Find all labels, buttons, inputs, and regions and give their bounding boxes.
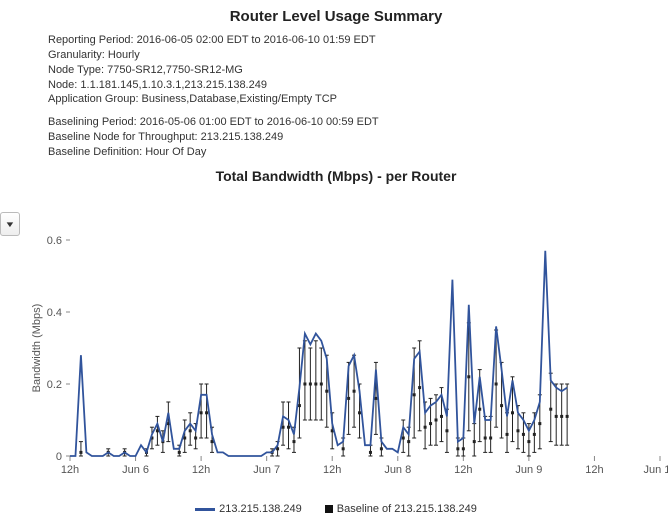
legend-line-swatch [195, 508, 215, 511]
svg-text:0.2: 0.2 [47, 379, 62, 391]
svg-text:0: 0 [56, 451, 62, 463]
svg-text:Jun 8: Jun 8 [384, 464, 411, 476]
svg-text:Jun 7: Jun 7 [253, 464, 280, 476]
meta-line: Granularity: Hourly [48, 48, 672, 63]
page-title: Router Level Usage Summary [0, 0, 672, 25]
svg-text:12h: 12h [454, 464, 472, 476]
chart-title: Total Bandwidth (Mbps) - per Router [0, 168, 672, 184]
meta-line: Baselining Period: 2016-05-06 01:00 EDT … [48, 115, 672, 130]
report-meta-primary: Reporting Period: 2016-06-05 02:00 EDT t… [48, 33, 672, 107]
svg-text:Jun 10: Jun 10 [643, 464, 668, 476]
legend-series[interactable]: 213.215.138.249 [195, 503, 302, 515]
chevron-down-icon: ▼ [4, 220, 15, 229]
chart-svg: 0 0.2 0.4 0.6 Bandwidth (Mbps) 12h Jun 6 12h Jun… [28, 232, 668, 492]
svg-text:12h: 12h [192, 464, 210, 476]
svg-text:Bandwidth (Mbps): Bandwidth (Mbps) [31, 304, 43, 393]
meta-line: Baseline Definition: Hour Of Day [48, 145, 672, 160]
svg-text:0.4: 0.4 [47, 307, 62, 319]
svg-text:Jun 6: Jun 6 [122, 464, 149, 476]
legend-series-label: 213.215.138.249 [219, 503, 302, 515]
chart-menu-button[interactable]: ▼ [0, 212, 20, 236]
svg-text:12h: 12h [61, 464, 79, 476]
svg-text:0.6: 0.6 [47, 235, 62, 247]
svg-text:12h: 12h [323, 464, 341, 476]
legend-baseline[interactable]: Baseline of 213.215.138.249 [325, 503, 477, 515]
legend-square-swatch [325, 505, 333, 513]
meta-line: Application Group: Business,Database,Exi… [48, 92, 672, 107]
bandwidth-chart: 0 0.2 0.4 0.6 Bandwidth (Mbps) 12h Jun 6 12h Jun… [28, 232, 668, 492]
legend-baseline-label: Baseline of 213.215.138.249 [337, 503, 477, 515]
meta-line: Reporting Period: 2016-06-05 02:00 EDT t… [48, 33, 672, 48]
report-meta-baseline: Baselining Period: 2016-05-06 01:00 EDT … [48, 115, 672, 160]
meta-line: Node: 1.1.181.145,1.10.3.1,213.215.138.2… [48, 78, 672, 93]
meta-line: Node Type: 7750-SR12,7750-SR12-MG [48, 63, 672, 78]
svg-text:12h: 12h [585, 464, 603, 476]
meta-line: Baseline Node for Throughput: 213.215.13… [48, 130, 672, 145]
chart-legend: 213.215.138.249 Baseline of 213.215.138.… [0, 503, 672, 515]
svg-text:Jun 9: Jun 9 [515, 464, 542, 476]
